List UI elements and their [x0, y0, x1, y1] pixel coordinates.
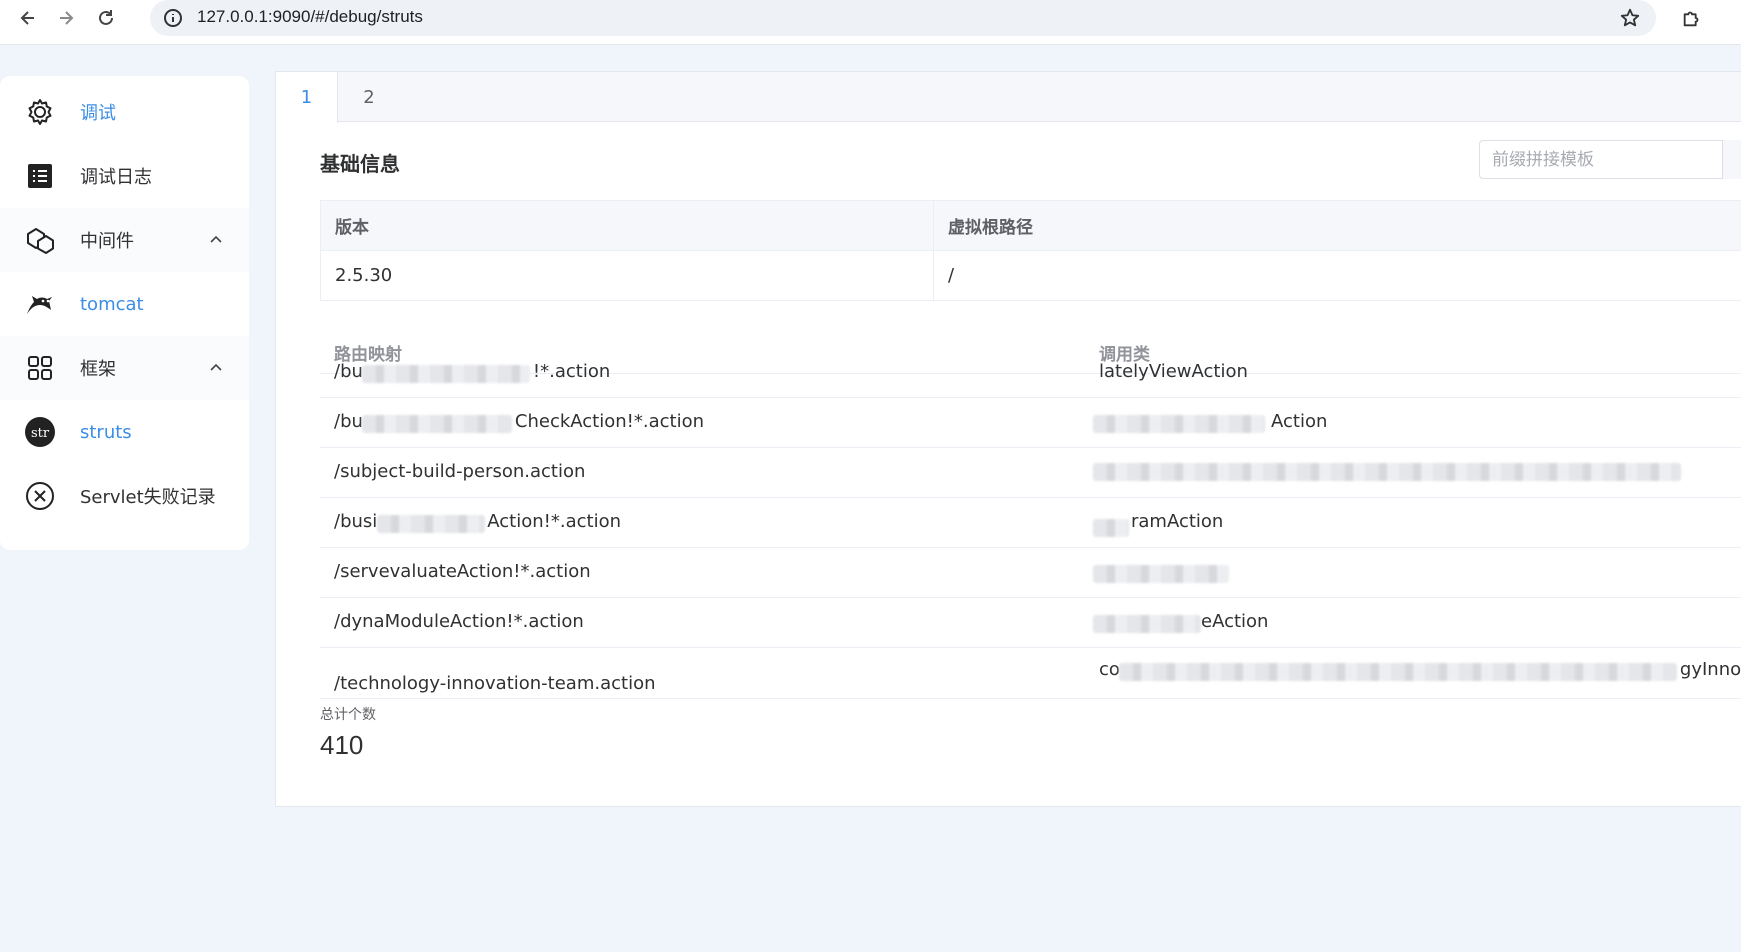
sidebar-item-label: tomcat — [80, 293, 144, 315]
sidebar-item-struts[interactable]: str struts — [0, 400, 249, 464]
grid-icon — [22, 350, 58, 386]
route-path: /dynaModuleAction!*.action — [334, 611, 584, 632]
route-class: Action — [1271, 411, 1328, 432]
root-path-value: / — [933, 250, 1741, 301]
gear-icon — [22, 94, 58, 130]
route-class: ramAction — [1131, 511, 1224, 532]
route-path: /subject-build-person.action — [334, 461, 586, 482]
total-label: 总计个数 — [320, 707, 376, 723]
route-class: eAction — [1201, 611, 1269, 632]
total-value: 410 — [320, 730, 364, 760]
sidebar: 调试 调试日志 中间件 tomcat 框架 str struts Servlet… — [0, 76, 249, 550]
redacted-text — [1093, 519, 1129, 537]
sidebar-item-servlet-failures[interactable]: Servlet失败记录 — [0, 464, 249, 528]
table-row[interactable]: /servevaluateAction!*.action — [320, 548, 1741, 598]
reload-button[interactable] — [92, 4, 120, 32]
route-path: /technology-innovation-team.action — [334, 673, 656, 694]
url-text[interactable]: 127.0.0.1:9090/#/debug/struts — [197, 7, 423, 27]
redacted-text — [1093, 565, 1229, 583]
column-header-root-path: 虚拟根路径 — [933, 200, 1741, 251]
sidebar-item-label: Servlet失败记录 — [80, 487, 216, 508]
sidebar-item-label: 调试日志 — [80, 167, 152, 188]
star-icon[interactable] — [1618, 6, 1642, 30]
version-value: 2.5.30 — [320, 250, 934, 301]
sidebar-item-middleware[interactable]: 中间件 — [0, 208, 249, 272]
puzzle-icon[interactable] — [1678, 4, 1706, 32]
sidebar-item-label: 调试 — [80, 103, 116, 124]
redacted-text — [1093, 463, 1681, 481]
sidebar-item-framework[interactable]: 框架 — [0, 336, 249, 400]
tomcat-icon — [22, 286, 58, 322]
reload-icon — [99, 10, 113, 25]
arrow-left-icon — [20, 11, 34, 25]
chevron-up-icon[interactable] — [206, 358, 226, 378]
sidebar-item-debug-log[interactable]: 调试日志 — [0, 144, 249, 208]
basic-info-table: 版本 虚拟根路径 2.5.30 / — [320, 200, 1741, 301]
input-append[interactable] — [1722, 140, 1741, 179]
redacted-text — [362, 365, 530, 383]
tab-2[interactable]: 2 — [338, 72, 400, 122]
sidebar-item-label: 中间件 — [80, 231, 134, 252]
close-circle-icon — [22, 478, 58, 514]
sidebar-item-debug[interactable]: 调试 — [0, 80, 249, 144]
sidebar-item-label: struts — [80, 421, 132, 443]
section-title: 基础信息 — [320, 152, 400, 176]
back-button[interactable] — [14, 4, 42, 32]
table-row[interactable]: /dynaModuleAction!*.action eAction — [320, 598, 1741, 648]
route-table[interactable]: 路由映射 调用类 /bu !*.action latelyViewAction /… — [320, 324, 1741, 699]
table-row[interactable]: /bu !*.action latelyViewAction — [320, 348, 1741, 398]
svg-text:str: str — [31, 426, 50, 441]
prefix-template-input[interactable] — [1479, 140, 1741, 179]
table-row[interactable]: /technology-innovation-team.action co gyI… — [320, 648, 1741, 698]
route-path: /servevaluateAction!*.action — [334, 561, 591, 582]
log-icon — [22, 158, 58, 194]
tabs-bar: 1 2 — [276, 72, 1741, 123]
redacted-text — [377, 515, 485, 533]
route-class: latelyViewAction — [1099, 361, 1248, 382]
column-header-version: 版本 — [320, 200, 934, 251]
arrow-right-icon — [60, 11, 74, 25]
redacted-text — [1093, 615, 1201, 633]
site-info-icon[interactable] — [162, 7, 184, 29]
table-row[interactable]: /bu CheckAction!*.action Action — [320, 398, 1741, 448]
main-card: 1 2 基础信息 版本 虚拟根路径 2.5.30 / 路由映射 调用类 /bu!… — [275, 71, 1741, 807]
redacted-text — [1093, 415, 1265, 433]
sidebar-item-label: 框架 — [80, 359, 116, 380]
table-row[interactable]: /subject-build-person.action — [320, 448, 1741, 498]
middleware-icon — [22, 222, 58, 258]
sidebar-item-tomcat[interactable]: tomcat — [0, 272, 249, 336]
tab-1[interactable]: 1 — [276, 72, 338, 123]
address-bar[interactable]: 127.0.0.1:9090/#/debug/struts — [150, 0, 1656, 36]
redacted-text — [362, 415, 512, 433]
browser-toolbar: 127.0.0.1:9090/#/debug/struts — [0, 0, 1741, 45]
table-row[interactable]: /busi Action!*.action ramAction — [320, 498, 1741, 548]
redacted-text — [1119, 663, 1677, 681]
forward-button[interactable] — [52, 4, 80, 32]
chevron-up-icon[interactable] — [206, 230, 226, 250]
struts-icon: str — [22, 414, 58, 450]
